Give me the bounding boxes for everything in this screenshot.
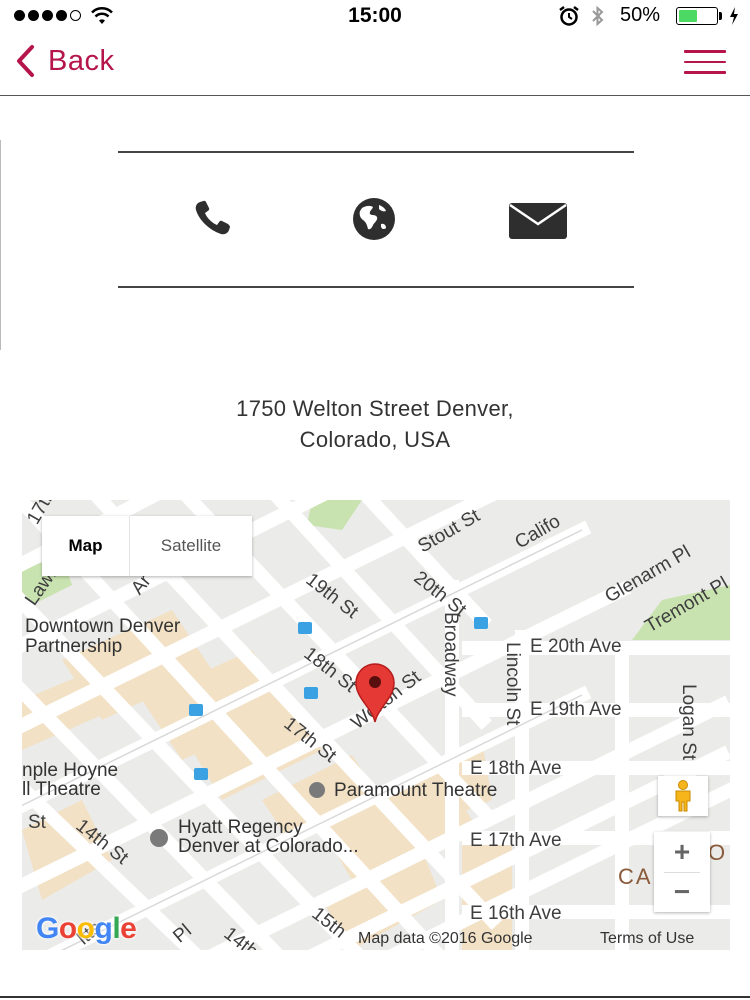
street-label-e18th: E 18th Ave — [470, 758, 562, 779]
address-line-1: 1750 Welton Street Denver, — [236, 396, 514, 421]
phone-icon[interactable] — [192, 198, 240, 238]
address-line-2: Colorado, USA — [299, 427, 451, 452]
mail-icon[interactable] — [508, 202, 568, 240]
pegman-icon — [675, 780, 691, 812]
street-label-e20th: E 20th Ave — [530, 636, 622, 657]
poi-downtown-denver-line1: Downtown Denver — [25, 616, 181, 637]
zoom-out-button[interactable]: − — [654, 872, 710, 912]
street-label-curtis: St — [28, 812, 46, 833]
terms-of-use-link[interactable]: Terms of Use — [600, 930, 694, 948]
battery-tip — [719, 12, 722, 20]
chevron-left-icon — [17, 45, 34, 77]
poi-capitol-partial: O — [708, 840, 726, 865]
street-label-e16th: E 16th Ave — [470, 903, 562, 924]
hamburger-menu-icon[interactable] — [684, 50, 726, 76]
street-label-e19th: E 19th Ave — [530, 699, 622, 720]
google-logo: Google — [36, 912, 137, 945]
street-view-pegman-button[interactable] — [658, 776, 708, 816]
charging-icon — [730, 7, 738, 25]
map-pin-icon[interactable] — [352, 662, 398, 724]
left-edge-divider — [0, 140, 1, 350]
back-label: Back — [48, 44, 115, 77]
status-bar: 15:00 50% — [0, 0, 750, 32]
poi-hyatt-line2[interactable]: Denver at Colorado... — [178, 837, 359, 856]
alarm-icon — [559, 6, 579, 26]
bottom-border — [0, 996, 750, 998]
bluetooth-icon — [592, 5, 604, 27]
top-divider — [118, 151, 634, 153]
nav-bar: Back — [0, 32, 750, 96]
street-label-logan: Logan St — [678, 684, 699, 761]
street-label-broadway: Broadway — [440, 612, 461, 697]
map-type-toggle: Map Satellite — [42, 516, 252, 576]
globe-icon[interactable] — [348, 196, 400, 242]
map-type-map-button[interactable]: Map — [42, 516, 130, 576]
poi-temple-hoyne-line1: nple Hoyne — [22, 760, 119, 781]
address-text: 1750 Welton Street Denver, Colorado, USA — [0, 393, 750, 455]
bottom-divider — [118, 286, 634, 288]
street-label-lincoln: Lincoln St — [502, 642, 523, 726]
map-view[interactable]: Stout St Califo Glenarm Pl Tremont Pl 19… — [22, 500, 730, 950]
zoom-control: + − — [654, 832, 710, 912]
poi-hyatt-line1[interactable]: Hyatt Regency — [178, 818, 303, 837]
street-label-e17th: E 17th Ave — [470, 830, 562, 851]
zoom-in-button[interactable]: + — [654, 832, 710, 872]
map-type-satellite-button[interactable]: Satellite — [130, 516, 252, 576]
back-button[interactable]: Back — [14, 44, 114, 78]
poi-temple-hoyne-line2: ll Theatre — [22, 779, 101, 800]
map-attribution: Map data ©2016 Google — [358, 930, 533, 947]
poi-paramount-theatre[interactable]: Paramount Theatre — [334, 781, 497, 800]
battery-percent: 50% — [620, 4, 661, 26]
poi-downtown-denver-line2: Partnership — [25, 636, 123, 657]
battery-icon — [676, 7, 718, 25]
